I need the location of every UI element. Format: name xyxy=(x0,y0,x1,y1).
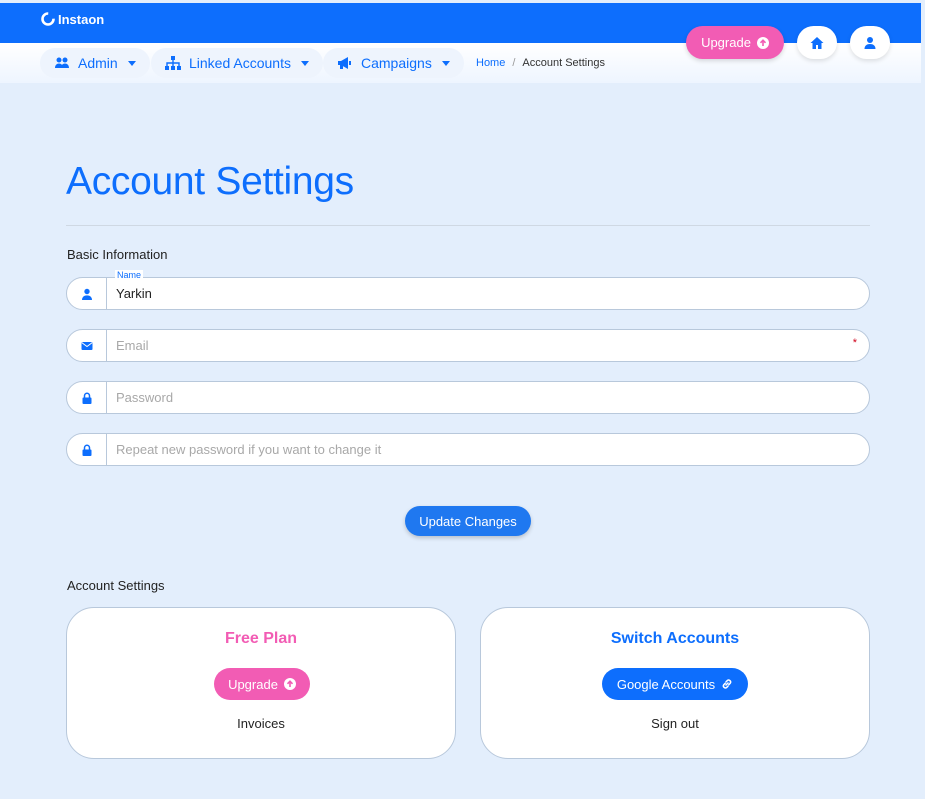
sign-out-link[interactable]: Sign out xyxy=(481,716,869,731)
breadcrumb-current: Account Settings xyxy=(522,57,605,69)
chevron-down-icon xyxy=(300,60,309,66)
home-button[interactable] xyxy=(797,26,837,59)
password-field xyxy=(66,381,870,414)
breadcrumb-home[interactable]: Home xyxy=(476,57,505,69)
name-input[interactable] xyxy=(107,278,869,309)
user-icon xyxy=(81,288,92,300)
plan-upgrade-button[interactable]: Upgrade xyxy=(214,668,310,700)
arrow-up-circle-icon xyxy=(283,678,296,690)
google-accounts-button[interactable]: Google Accounts xyxy=(602,668,748,700)
nav-admin-label: Admin xyxy=(78,55,118,71)
password-input[interactable] xyxy=(107,382,869,413)
header-upgrade-button[interactable]: Upgrade xyxy=(686,26,784,59)
header-upgrade-label: Upgrade xyxy=(701,35,751,50)
megaphone-icon xyxy=(338,57,351,69)
nav-linked-accounts[interactable]: Linked Accounts xyxy=(151,48,323,78)
user-icon xyxy=(864,36,876,49)
email-field: * xyxy=(66,329,870,362)
google-accounts-label: Google Accounts xyxy=(616,676,716,692)
envelope-icon xyxy=(81,341,92,350)
nav-linked-accounts-label: Linked Accounts xyxy=(189,55,291,71)
sitemap-icon xyxy=(165,56,181,70)
nav-campaigns[interactable]: Campaigns xyxy=(323,48,464,78)
lock-icon xyxy=(82,392,91,404)
plan-title: Free Plan xyxy=(224,630,298,647)
basic-information-label: Basic Information xyxy=(67,247,168,262)
name-icon-box xyxy=(67,278,107,309)
chevron-down-icon xyxy=(127,60,136,66)
nav-admin[interactable]: Admin xyxy=(40,48,150,78)
required-indicator: * xyxy=(852,337,857,349)
repeat-password-input[interactable] xyxy=(107,434,869,465)
invoices-link[interactable]: Invoices xyxy=(67,716,455,731)
plan-upgrade-label: Upgrade xyxy=(228,676,278,692)
email-input[interactable] xyxy=(107,330,869,361)
link-icon xyxy=(722,679,732,689)
repeat-password-field xyxy=(66,433,870,466)
arrow-up-circle-icon xyxy=(756,36,769,49)
chevron-down-icon xyxy=(441,60,450,66)
account-settings-label: Account Settings xyxy=(67,578,165,593)
email-icon-box xyxy=(67,330,107,361)
app-logo[interactable]: Instaon xyxy=(40,11,104,27)
users-icon xyxy=(55,57,69,68)
home-icon xyxy=(810,36,824,49)
plan-card: Free Plan Upgrade Invoices xyxy=(66,607,456,759)
breadcrumb-separator: / xyxy=(512,57,516,69)
password-icon-box xyxy=(67,382,107,413)
name-float-label: Name xyxy=(115,270,144,280)
title-divider xyxy=(66,225,870,226)
update-changes-button[interactable]: Update Changes xyxy=(405,506,531,536)
name-field: Name xyxy=(66,270,870,310)
page-title: Account Settings xyxy=(66,160,354,203)
lock-icon xyxy=(82,444,91,456)
switch-accounts-title: Switch Accounts xyxy=(610,630,740,647)
profile-button[interactable] xyxy=(850,26,890,59)
switch-accounts-card: Switch Accounts Google Accounts Sign out xyxy=(480,607,870,759)
app-name: Instaon xyxy=(58,11,105,27)
breadcrumb: Home / Account Settings xyxy=(476,57,605,69)
repeat-password-icon-box xyxy=(67,434,107,465)
logo-icon xyxy=(41,12,55,26)
nav-campaigns-label: Campaigns xyxy=(361,55,432,71)
